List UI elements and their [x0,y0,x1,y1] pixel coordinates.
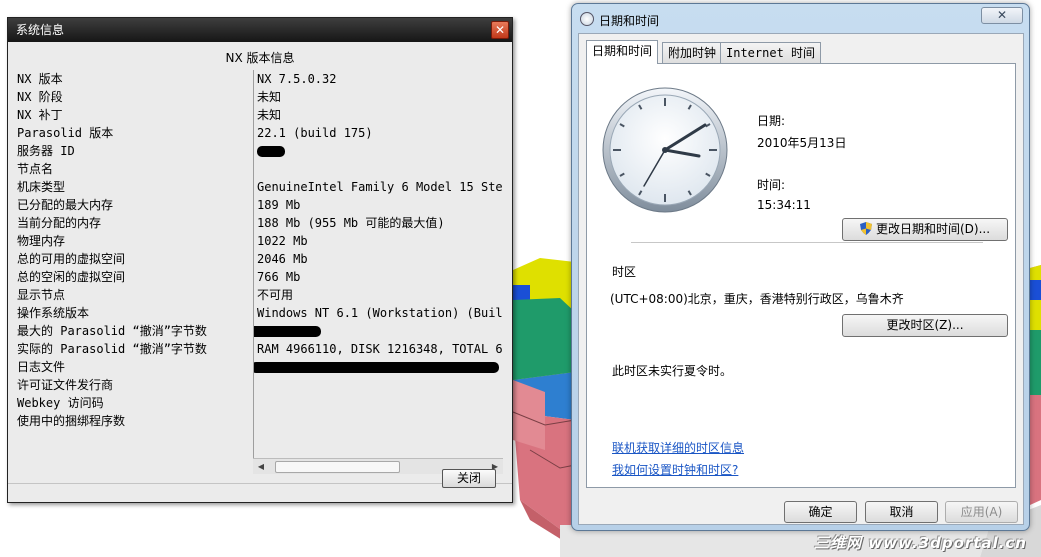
change-datetime-button[interactable]: 更改日期和时间(D)... [842,218,1008,241]
label-total-virtual: 总的可用的虚拟空间 [17,252,126,266]
time-label: 时间: [757,178,786,192]
label-node-name: 节点名 [17,162,54,176]
timezone-section-title: 时区 [612,265,637,279]
label-bundles-in-use: 使用中的捆绑程序数 [17,414,126,428]
value-parasolid-version: 22.1 (build 175) [257,126,373,140]
nx-body: NX 版本信息 NX 版本 NX 阶段 NX 补丁 Parasolid 版本 服… [8,42,512,502]
close-icon[interactable]: ✕ [491,21,509,39]
value-log-file-redacted [254,358,503,376]
value-current-memory: 188 Mb (955 Mb 可能的最大值) [257,216,445,230]
ok-button[interactable]: 确定 [784,501,857,523]
value-display-node: 不可用 [257,288,294,302]
shield-icon [859,222,872,235]
date-time-dialog: 日期和时间 ✕ 日期和时间 附加时钟 Internet 时间 日期: 2010年… [571,3,1030,531]
tab-internet-time[interactable]: Internet 时间 [720,42,822,63]
value-nx-version: NX 7.5.0.32 [257,72,337,86]
label-server-id: 服务器 ID [17,144,75,158]
cancel-button[interactable]: 取消 [865,501,938,523]
dialog-client-area: 日期和时间 附加时钟 Internet 时间 日期: 2010年5月13日 时间… [578,33,1024,525]
value-physical-memory: 1022 Mb [257,234,308,248]
timezone-info-link[interactable]: 联机获取详细的时区信息 [612,439,744,456]
tab-additional-clocks[interactable]: 附加时钟 [662,42,723,63]
nx-window-title: 系统信息 [16,23,65,37]
timezone-value: (UTC+08:00)北京，重庆，香港特别行政区，乌鲁木齐 [610,292,904,306]
time-value: 15:34:11 [757,198,811,212]
clock-title-icon [580,12,594,26]
apply-button[interactable]: 应用(A) [945,501,1018,523]
label-license-issuer: 许可证文件发行商 [17,378,114,392]
watermark: 三维网 www.3dportal.cn [814,534,1027,552]
info-label-column: NX 版本 NX 阶段 NX 补丁 Parasolid 版本 服务器 ID 节点… [17,70,257,430]
value-node-name-empty [254,160,503,178]
nx-system-info-window: 系统信息 ✕ NX 版本信息 NX 版本 NX 阶段 NX 补丁 Parasol… [7,17,513,503]
label-max-memory: 已分配的最大内存 [17,198,114,212]
nx-titlebar: 系统信息 ✕ [8,18,512,42]
label-physical-memory: 物理内存 [17,234,66,248]
date-time-panel: 日期: 2010年5月13日 时间: 15:34:11 更改日期和时间(D)..… [586,63,1016,488]
label-webkey: Webkey 访问码 [17,396,104,410]
nx-info-header: NX 版本信息 [225,51,295,65]
value-free-virtual: 766 Mb [257,270,301,284]
close-icon[interactable]: ✕ [981,7,1023,24]
value-server-id-redacted [254,142,503,160]
value-max-undo-redacted [254,322,503,340]
nx-close-button[interactable]: 关闭 [442,469,496,488]
label-parasolid-version: Parasolid 版本 [17,126,114,140]
change-datetime-label: 更改日期和时间(D)... [875,222,991,236]
info-value-pane[interactable]: NX 7.5.0.32 未知 未知 22.1 (build 175) Genui… [253,70,503,458]
value-machine-type: GenuineIntel Family 6 Model 15 Stepping … [257,180,503,194]
clock-icon [602,87,728,213]
timezone-divider [631,242,983,243]
label-nx-phase: NX 阶段 [17,90,63,104]
value-total-virtual: 2046 Mb [257,252,308,266]
label-actual-undo: 实际的 Parasolid “撤消”字节数 [17,342,207,356]
value-os-version: Windows NT 6.1 (Workstation) (Build 7600… [257,306,503,320]
dialog-title: 日期和时间 [599,14,660,28]
howto-link[interactable]: 我如何设置时钟和时区? [612,461,738,478]
value-max-memory: 189 Mb [257,198,301,212]
date-value: 2010年5月13日 [757,136,847,150]
date-label: 日期: [757,114,786,128]
value-nx-phase: 未知 [257,90,282,104]
tab-date-time[interactable]: 日期和时间 [586,40,659,64]
label-nx-version: NX 版本 [17,72,63,86]
scrollbar-thumb[interactable] [275,461,400,473]
label-nx-patch: NX 补丁 [17,108,63,122]
dst-note: 此时区未实行夏令时。 [612,364,733,378]
change-timezone-button[interactable]: 更改时区(Z)... [842,314,1008,337]
label-machine-type: 机床类型 [17,180,66,194]
label-current-memory: 当前分配的内存 [17,216,102,230]
value-nx-patch: 未知 [257,108,282,122]
value-undo-bytes: RAM 4966110, DISK 1216348, TOTAL 6182458 [257,342,503,356]
label-free-virtual: 总的空闲的虚拟空间 [17,270,126,284]
scroll-left-icon[interactable]: ◀ [254,460,268,474]
label-display-node: 显示节点 [17,288,66,302]
label-max-undo: 最大的 Parasolid “撤消”字节数 [17,324,207,338]
label-os-version: 操作系统版本 [17,306,90,320]
label-log-file: 日志文件 [17,360,66,374]
nx-divider [8,483,512,484]
